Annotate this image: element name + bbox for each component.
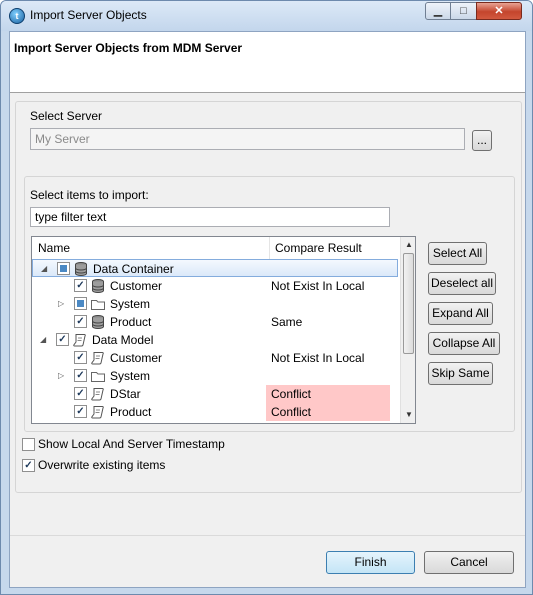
item-name: Data Model bbox=[92, 333, 154, 347]
compare-result bbox=[266, 331, 390, 349]
model-icon bbox=[90, 404, 106, 420]
tree-header: Name Compare Result bbox=[32, 237, 398, 260]
compare-result: Conflict bbox=[266, 403, 390, 421]
database-icon bbox=[73, 261, 89, 277]
compare-result: Conflict bbox=[266, 385, 390, 403]
cancel-button[interactable]: Cancel bbox=[424, 551, 514, 574]
skip-same-button[interactable]: Skip Same bbox=[428, 362, 493, 385]
filter-input[interactable]: type filter text bbox=[30, 207, 390, 227]
collapsed-arrow-icon[interactable]: ▷ bbox=[58, 299, 67, 308]
item-checkbox[interactable]: ✓ bbox=[74, 369, 87, 382]
show-timestamp-label[interactable]: Show Local And Server Timestamp bbox=[38, 437, 225, 451]
item-name: System bbox=[110, 369, 151, 383]
tree-row[interactable]: ◢ ✓ Data Model bbox=[32, 331, 398, 349]
item-checkbox[interactable] bbox=[74, 297, 87, 310]
dialog-header: Import Server Objects from MDM Server bbox=[10, 32, 525, 93]
compare-result: Same bbox=[271, 315, 303, 329]
close-button[interactable]: ✕ bbox=[476, 2, 522, 20]
select-all-button[interactable]: Select All bbox=[428, 242, 487, 265]
compare-result: Not Exist In Local bbox=[271, 279, 365, 293]
deselect-all-button[interactable]: Deselect all bbox=[428, 272, 496, 295]
scroll-up-icon[interactable]: ▲ bbox=[401, 237, 415, 253]
collapse-all-button[interactable]: Collapse All bbox=[428, 332, 500, 355]
show-timestamp-checkbox[interactable] bbox=[22, 438, 35, 451]
tree-row[interactable]: ✓ DStar Conflict bbox=[32, 385, 398, 403]
database-icon bbox=[90, 314, 106, 330]
compare-result bbox=[266, 367, 390, 385]
item-checkbox[interactable]: ✓ bbox=[74, 405, 87, 418]
scroll-down-icon[interactable]: ▼ bbox=[401, 407, 415, 423]
compare-result: Not Exist In Local bbox=[271, 351, 365, 365]
column-divider[interactable] bbox=[269, 237, 270, 259]
item-checkbox[interactable] bbox=[57, 262, 70, 275]
collapsed-arrow-icon[interactable]: ▷ bbox=[58, 371, 67, 380]
dialog-window: t Import Server Objects ▁ □ ✕ Import Ser… bbox=[0, 0, 533, 595]
item-name: Product bbox=[110, 405, 152, 419]
tree-row[interactable]: ✓ Customer Not Exist In Local bbox=[32, 349, 398, 367]
item-name: Customer bbox=[110, 351, 163, 365]
minimize-button[interactable]: ▁ bbox=[425, 2, 451, 20]
compare-result bbox=[267, 260, 391, 278]
model-icon bbox=[90, 350, 106, 366]
item-checkbox[interactable]: ✓ bbox=[74, 279, 87, 292]
model-icon bbox=[72, 332, 88, 348]
item-name: Product bbox=[110, 315, 152, 329]
tree-row[interactable]: ◢ Data Container bbox=[32, 259, 398, 277]
items-tree[interactable]: Name Compare Result ◢ Data Container ✓ Cust… bbox=[31, 236, 416, 424]
item-name: Customer bbox=[110, 279, 163, 293]
item-name: System bbox=[110, 297, 151, 311]
scroll-thumb[interactable] bbox=[403, 253, 414, 354]
tree-row[interactable]: ▷ ✓ System bbox=[32, 367, 398, 385]
tree-row[interactable]: ✓ Product Same bbox=[32, 313, 398, 331]
app-icon: t bbox=[9, 8, 25, 24]
folder-icon bbox=[90, 296, 106, 312]
tree-row[interactable]: ▷ System bbox=[32, 295, 398, 313]
finish-button[interactable]: Finish bbox=[326, 551, 415, 574]
folder-icon bbox=[90, 368, 106, 384]
footer-divider bbox=[10, 535, 525, 536]
overwrite-checkbox[interactable]: ✓ bbox=[22, 459, 35, 472]
database-icon bbox=[90, 278, 106, 294]
model-icon bbox=[90, 386, 106, 402]
maximize-button[interactable]: □ bbox=[450, 2, 477, 20]
page-title: Import Server Objects from MDM Server bbox=[14, 41, 243, 55]
tree-row[interactable]: ✓ Product Conflict bbox=[32, 403, 398, 421]
item-checkbox[interactable]: ✓ bbox=[74, 315, 87, 328]
title-bar[interactable]: t Import Server Objects ▁ □ ✕ bbox=[1, 1, 532, 31]
tree-row[interactable]: ✓ Customer Not Exist In Local bbox=[32, 277, 398, 295]
select-server-label: Select Server bbox=[30, 109, 103, 123]
vertical-scrollbar[interactable]: ▲ ▼ bbox=[400, 237, 415, 423]
item-checkbox[interactable]: ✓ bbox=[56, 333, 69, 346]
item-checkbox[interactable]: ✓ bbox=[74, 351, 87, 364]
browse-server-button[interactable]: ... bbox=[472, 130, 492, 151]
item-name: Data Container bbox=[93, 262, 174, 276]
column-result-header[interactable]: Compare Result bbox=[275, 241, 362, 255]
dialog-client-area: Import Server Objects from MDM Server Se… bbox=[9, 31, 526, 588]
expand-all-button[interactable]: Expand All bbox=[428, 302, 493, 325]
item-name: DStar bbox=[110, 387, 141, 401]
item-checkbox[interactable]: ✓ bbox=[74, 387, 87, 400]
expanded-arrow-icon[interactable]: ◢ bbox=[41, 264, 50, 273]
window-title: Import Server Objects bbox=[30, 8, 147, 22]
column-name-header[interactable]: Name bbox=[38, 241, 70, 255]
select-items-label: Select items to import: bbox=[30, 188, 149, 202]
overwrite-label[interactable]: Overwrite existing items bbox=[38, 458, 165, 472]
server-field: My Server bbox=[30, 128, 465, 150]
compare-result bbox=[266, 295, 390, 313]
expanded-arrow-icon[interactable]: ◢ bbox=[40, 335, 49, 344]
